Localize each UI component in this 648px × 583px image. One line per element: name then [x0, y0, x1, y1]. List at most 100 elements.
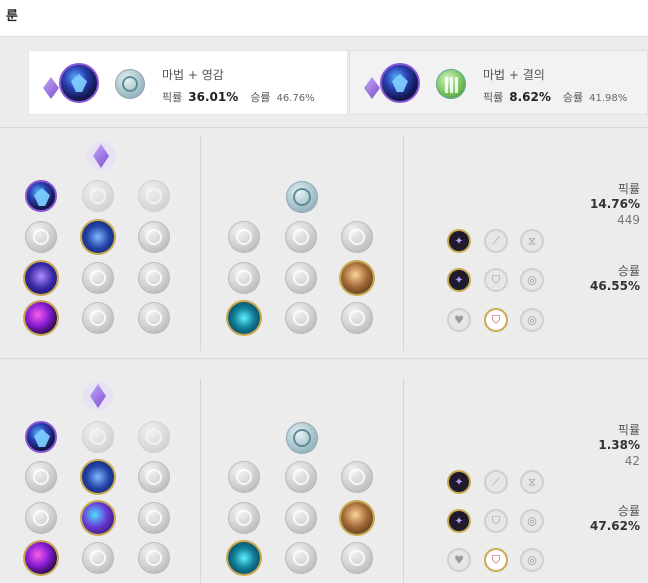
- rune-biscuit-delivery[interactable]: [341, 262, 373, 294]
- rune-nimbus-cloak[interactable]: [138, 221, 170, 253]
- shard-adaptive-force[interactable]: ✦: [447, 509, 471, 533]
- sorcery-tree-icon: [83, 381, 113, 411]
- rune-approach-velocity[interactable]: [285, 542, 317, 574]
- rune-time-warp-tonic[interactable]: [341, 542, 373, 574]
- win-rate-label: 승률: [250, 91, 271, 104]
- win-rate-value: 47.62%: [590, 519, 640, 533]
- page-title: 룬: [6, 9, 18, 24]
- rune-biscuit-delivery[interactable]: [341, 502, 373, 534]
- rune-gathering-storm[interactable]: [138, 302, 170, 334]
- pick-rate-value: 1.38%: [598, 438, 640, 452]
- rune-transcendence[interactable]: [25, 502, 57, 534]
- pick-rate-value: 36.01%: [188, 90, 239, 104]
- shard-armor[interactable]: ⛉: [484, 308, 508, 332]
- pick-rate-value: 8.62%: [509, 90, 551, 104]
- win-rate-value: 41.98%: [589, 93, 628, 104]
- shard-armor[interactable]: ⛉: [484, 509, 508, 533]
- rune-perfect-timing[interactable]: [341, 221, 373, 253]
- pick-rate-label: 픽률: [617, 423, 640, 437]
- inspiration-tree-icon: [115, 69, 145, 99]
- sorcery-keystone-icon: [59, 63, 99, 103]
- shard-attack-speed[interactable]: ⟋: [484, 229, 508, 253]
- rune-magical-footwear[interactable]: [285, 221, 317, 253]
- rune-perfect-timing[interactable]: [341, 461, 373, 493]
- inspiration-tree-icon: [286, 422, 318, 454]
- shard-health[interactable]: ♥: [447, 548, 471, 572]
- rune-nullifying-orb[interactable]: [25, 221, 57, 253]
- rune-waterwalking[interactable]: [82, 302, 114, 334]
- tab-sorcery-inspiration[interactable]: 마법 + 영감 픽률 36.01% 승률 46.76%: [28, 50, 348, 115]
- game-count: 42: [624, 454, 640, 468]
- sorcery-tree-icon: [86, 141, 116, 171]
- rune-nullifying-orb[interactable]: [25, 461, 57, 493]
- rune-absolute-focus[interactable]: [138, 502, 170, 534]
- shard-adaptive-force[interactable]: ✦: [447, 268, 471, 292]
- tab-name: 마법 + 결의: [483, 68, 545, 82]
- shard-adaptive-force[interactable]: ✦: [447, 229, 471, 253]
- shard-ability-haste[interactable]: ⧖: [520, 229, 544, 253]
- rune-absolute-focus[interactable]: [138, 262, 170, 294]
- keystone-phase-rush[interactable]: [138, 180, 170, 212]
- win-rate-label: 승률: [562, 91, 584, 104]
- sorcery-keystone-icon: [380, 63, 420, 103]
- shard-armor[interactable]: ⛉: [484, 268, 508, 292]
- pick-rate-label: 픽률: [617, 182, 640, 196]
- win-rate-label: 승률: [617, 264, 640, 278]
- resolve-tree-icon: [436, 69, 466, 99]
- rune-minion-dematerializer[interactable]: [285, 262, 317, 294]
- shard-adaptive-force[interactable]: ✦: [447, 470, 471, 494]
- shard-health[interactable]: ♥: [447, 308, 471, 332]
- rune-future-market[interactable]: [228, 502, 260, 534]
- rune-manaflow-band[interactable]: [82, 461, 114, 493]
- rune-scorch[interactable]: [25, 302, 57, 334]
- rune-build-1: ✦ ⟋ ⧖ ✦ ⛉ ◎ ♥ ⛉ ◎ 픽률 14.76% 449 승률 46.55…: [0, 128, 648, 358]
- keystone-arcane-comet[interactable]: [82, 421, 114, 453]
- shard-magic-resist[interactable]: ◎: [520, 268, 544, 292]
- rune-gathering-storm[interactable]: [138, 542, 170, 574]
- pick-rate-label: 픽률: [162, 91, 183, 104]
- inspiration-tree-icon: [286, 181, 318, 213]
- shard-armor[interactable]: ⛉: [484, 548, 508, 572]
- keystone-summon-aery[interactable]: [25, 421, 57, 453]
- rune-manaflow-band[interactable]: [82, 221, 114, 253]
- shard-attack-speed[interactable]: ⟋: [484, 470, 508, 494]
- rune-tab-bar: 마법 + 영감 픽률 36.01% 승률 46.76% 마법 + 결의 픽률 8.62%…: [28, 50, 648, 115]
- keystone-phase-rush[interactable]: [138, 421, 170, 453]
- tab-sorcery-resolve[interactable]: 마법 + 결의 픽률 8.62% 승률 41.98%: [349, 50, 648, 115]
- pick-rate-label: 픽률: [483, 91, 504, 104]
- build-pick-stat: 픽률 14.76% 449: [590, 180, 640, 227]
- rune-cosmic-insight[interactable]: [228, 302, 260, 334]
- rune-minion-dematerializer[interactable]: [285, 502, 317, 534]
- shard-magic-resist[interactable]: ◎: [520, 509, 544, 533]
- win-rate-label: 승률: [617, 504, 640, 518]
- header-bar: 룬: [0, 0, 648, 37]
- shard-magic-resist[interactable]: ◎: [520, 548, 544, 572]
- tab-stats: 픽률 36.01% 승률 46.76%: [162, 89, 315, 105]
- rune-transcendence[interactable]: [25, 262, 57, 294]
- rune-time-warp-tonic[interactable]: [341, 302, 373, 334]
- rune-magical-footwear[interactable]: [285, 461, 317, 493]
- shard-magic-resist[interactable]: ◎: [520, 308, 544, 332]
- rune-approach-velocity[interactable]: [285, 302, 317, 334]
- rune-waterwalking[interactable]: [82, 542, 114, 574]
- shard-ability-haste[interactable]: ⧖: [520, 470, 544, 494]
- keystone-arcane-comet[interactable]: [82, 180, 114, 212]
- rune-scorch[interactable]: [25, 542, 57, 574]
- tab-stats: 픽률 8.62% 승률 41.98%: [483, 89, 627, 105]
- rune-cosmic-insight[interactable]: [228, 542, 260, 574]
- build-pick-stat: 픽률 1.38% 42: [598, 421, 640, 468]
- game-count: 449: [617, 213, 640, 227]
- rune-build-2: ✦ ⟋ ⧖ ✦ ⛉ ◎ ♥ ⛉ ◎ 픽률 1.38% 42 승률 47.62%: [0, 359, 648, 583]
- win-rate-value: 46.76%: [276, 93, 315, 104]
- keystone-summon-aery[interactable]: [25, 180, 57, 212]
- pick-rate-value: 14.76%: [590, 197, 640, 211]
- win-rate-value: 46.55%: [590, 279, 640, 293]
- build-win-stat: 승률 47.62%: [590, 502, 640, 533]
- rune-celerity[interactable]: [82, 502, 114, 534]
- rune-hextech-flashtraption[interactable]: [228, 221, 260, 253]
- rune-celerity[interactable]: [82, 262, 114, 294]
- rune-nimbus-cloak[interactable]: [138, 461, 170, 493]
- build-win-stat: 승률 46.55%: [590, 262, 640, 293]
- rune-future-market[interactable]: [228, 262, 260, 294]
- rune-hextech-flashtraption[interactable]: [228, 461, 260, 493]
